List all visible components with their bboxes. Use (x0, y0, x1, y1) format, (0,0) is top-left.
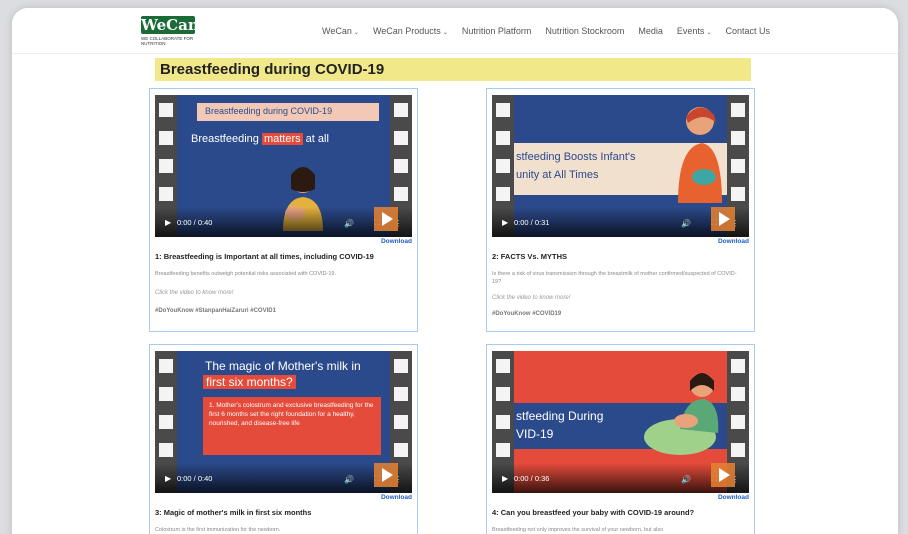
card-hashtags[interactable]: #DoYouKnow #COVID19 (492, 311, 561, 317)
nav-item-events[interactable]: Events ⌄ (677, 26, 712, 36)
video-player[interactable]: stfeeding During VID-19 ▶ 0:00 / 0:36 🔊 … (492, 351, 749, 493)
volume-icon[interactable]: 🔊 (681, 475, 691, 484)
card-description: Is there a risk of virus transmission th… (492, 271, 737, 285)
logo-wordmark: WeCan (141, 16, 199, 34)
video-time: 0:00 / 0:36 (514, 474, 550, 483)
play-button-overlay[interactable] (374, 463, 398, 487)
video-player[interactable]: stfeeding Boosts Infant's unity at All T… (492, 95, 749, 237)
play-icon[interactable]: ▶ (502, 218, 508, 227)
card-description: Colostrum is the first immunization for … (155, 527, 281, 533)
nav-item-nutrition-stockroom[interactable]: Nutrition Stockroom (545, 26, 624, 36)
video-time: 0:00 / 0:40 (177, 218, 213, 227)
chevron-down-icon: ⌄ (706, 30, 712, 36)
chevron-down-icon: ⌄ (353, 30, 359, 36)
main-nav: WeCan ⌄ WeCan Products ⌄ Nutrition Platfor… (322, 26, 770, 36)
card-title: 1: Breastfeeding is Important at all tim… (155, 252, 374, 261)
card-description: Breastfeeding not only improves the surv… (492, 527, 664, 533)
nav-item-contact-us[interactable]: Contact Us (725, 26, 770, 36)
video-heading: stfeeding Boosts Infant's (516, 151, 636, 163)
play-icon[interactable]: ▶ (165, 218, 171, 227)
play-button-overlay[interactable] (374, 207, 398, 231)
video-card-4: stfeeding During VID-19 ▶ 0:00 / 0:36 🔊 … (486, 344, 755, 534)
video-heading: Breastfeeding during COVID-19 (205, 106, 333, 116)
download-link[interactable]: Download (718, 238, 749, 245)
volume-icon[interactable]: 🔊 (344, 219, 354, 228)
site-header: WeCan WE COLLABORATE FOR NUTRITION WeCan… (12, 8, 898, 54)
video-subheading: unity at All Times (516, 169, 599, 181)
site-logo[interactable]: WeCan WE COLLABORATE FOR NUTRITION (141, 16, 199, 48)
video-heading: stfeeding During (516, 409, 604, 423)
mother-illustration (644, 373, 719, 455)
video-heading: The magic of Mother's milk in (205, 359, 361, 373)
nav-item-nutrition-platform[interactable]: Nutrition Platform (462, 26, 532, 36)
play-button-overlay[interactable] (711, 463, 735, 487)
video-player[interactable]: Breastfeeding during COVID-19 Breastfeed… (155, 95, 412, 237)
video-subheading: Breastfeeding matters at all (191, 133, 329, 145)
volume-icon[interactable]: 🔊 (344, 475, 354, 484)
video-body-text: 1. Mother's colostrum and exclusive brea… (203, 397, 381, 455)
download-link[interactable]: Download (381, 494, 412, 501)
download-link[interactable]: Download (381, 238, 412, 245)
download-link[interactable]: Download (718, 494, 749, 501)
play-icon[interactable]: ▶ (165, 474, 171, 483)
card-description: Breastfeeding benefits outweigh potentia… (155, 271, 336, 277)
nav-item-media[interactable]: Media (638, 26, 663, 36)
video-card-3: The magic of Mother's milk in first six … (149, 344, 418, 534)
card-title: 3: Magic of mother's milk in first six m… (155, 508, 312, 517)
page-title-bar: Breastfeeding during COVID-19 (155, 58, 751, 81)
chevron-down-icon: ⌄ (442, 30, 448, 36)
nav-item-wecan-products[interactable]: WeCan Products ⌄ (373, 26, 448, 36)
video-card-2: stfeeding Boosts Infant's unity at All T… (486, 88, 755, 332)
card-title: 2: FACTS Vs. MYTHS (492, 252, 568, 261)
mother-illustration (678, 107, 722, 203)
video-subheading: first six months? (203, 375, 296, 389)
volume-icon[interactable]: 🔊 (681, 219, 691, 228)
play-icon[interactable]: ▶ (502, 474, 508, 483)
video-subheading: VID-19 (516, 427, 554, 441)
logo-tagline: WE COLLABORATE FOR NUTRITION (141, 36, 194, 46)
nav-item-wecan[interactable]: WeCan ⌄ (322, 26, 359, 36)
click-to-know-more: Click the video to know more! (492, 295, 571, 301)
card-hashtags[interactable]: #DoYouKnow #StanpanHaiZaruri #COVID1 (155, 308, 276, 314)
card-title: 4: Can you breastfeed your baby with COV… (492, 508, 695, 517)
video-card-1: Breastfeeding during COVID-19 Breastfeed… (149, 88, 418, 332)
page-title: Breastfeeding during COVID-19 (160, 61, 385, 78)
click-to-know-more: Click the video to know more! (155, 290, 234, 296)
browser-frame: WeCan WE COLLABORATE FOR NUTRITION WeCan… (12, 8, 898, 534)
video-player[interactable]: The magic of Mother's milk in first six … (155, 351, 412, 493)
video-time: 0:00 / 0:31 (514, 218, 550, 227)
play-button-overlay[interactable] (711, 207, 735, 231)
video-time: 0:00 / 0:40 (177, 474, 213, 483)
